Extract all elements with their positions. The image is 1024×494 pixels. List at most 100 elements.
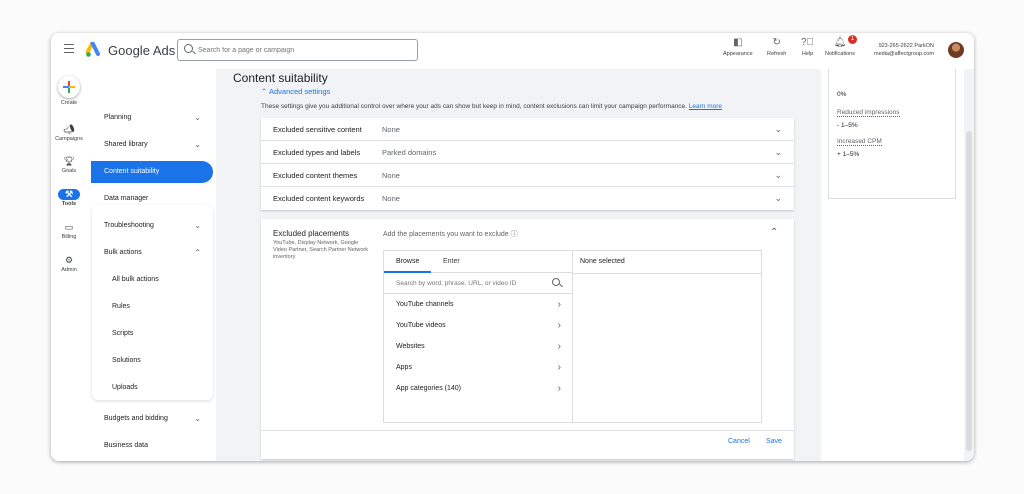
menu-icon[interactable] — [64, 44, 74, 53]
refresh-button[interactable]: ↻ Refresh — [767, 37, 786, 57]
account-email: media@affectgroup.com — [874, 51, 934, 57]
nav-label: Business data — [104, 442, 148, 449]
description-text: These settings give you additional contr… — [261, 103, 687, 110]
scrollbar[interactable] — [964, 69, 974, 461]
appearance-label: Appearance — [723, 51, 753, 57]
refresh-label: Refresh — [767, 51, 787, 57]
search-input[interactable] — [198, 43, 408, 57]
nav-item-uploads[interactable]: Uploads — [91, 377, 213, 399]
chevron-right-icon: › — [557, 299, 561, 310]
estimate-label[interactable]: Increased CPM — [837, 138, 882, 146]
notifications-button[interactable]: 🔔︎ 1 Notifications — [825, 35, 857, 57]
avatar[interactable] — [948, 42, 964, 58]
nav-item-business-data[interactable]: Business data — [91, 435, 213, 457]
nav-item-troubleshooting[interactable]: Troubleshooting ⌄ — [91, 215, 213, 237]
create-label: Create — [60, 100, 78, 106]
search-icon — [552, 278, 560, 286]
tools-icon: ⚒ — [58, 189, 80, 200]
chevron-down-icon: ⌄ — [194, 414, 201, 423]
list-item-apps[interactable]: Apps › — [384, 357, 573, 378]
account-id: 923-265-2622 ParkON — [878, 43, 934, 49]
cancel-button[interactable]: Cancel — [728, 438, 750, 445]
account-info[interactable]: 923-265-2622 ParkON media@affectgroup.co… — [874, 42, 934, 58]
nav-item-all-bulk-actions[interactable]: All bulk actions — [91, 269, 213, 291]
row-value: Parked domains — [382, 148, 437, 157]
rail-item-goals[interactable]: 🏆︎ Goals — [51, 156, 87, 174]
placement-search[interactable] — [384, 273, 573, 294]
nav-item-planning[interactable]: Planning ⌄ — [91, 107, 213, 129]
save-button[interactable]: Save — [766, 438, 782, 445]
product-name: Google Ads — [108, 43, 176, 58]
browse-pane: Browse Enter YouTube channels › YouTube … — [384, 251, 573, 422]
placement-search-input[interactable] — [396, 277, 546, 290]
row-sensitive-content[interactable]: Excluded sensitive content None ⌄ — [261, 118, 794, 141]
tab-enter[interactable]: Enter — [431, 251, 472, 273]
list-item-youtube-channels[interactable]: YouTube channels › — [384, 294, 573, 315]
help-button[interactable]: ?⃝ Help — [801, 37, 814, 57]
chevron-up-icon: ⌃ — [194, 248, 201, 257]
search-box[interactable] — [177, 39, 418, 61]
nav-item-scripts[interactable]: Scripts — [91, 323, 213, 345]
app-window: Google Ads ◧ Appearance ↻ Refresh ?⃝ Hel… — [51, 33, 974, 461]
tab-browse[interactable]: Browse — [384, 251, 432, 273]
row-types-and-labels[interactable]: Excluded types and labels Parked domains… — [261, 141, 794, 164]
notifications-label: Notifications — [825, 51, 855, 57]
nav-item-solutions[interactable]: Solutions — [91, 350, 213, 372]
nav-item-shared-library[interactable]: Shared library ⌄ — [91, 134, 213, 156]
chevron-right-icon: › — [557, 320, 561, 331]
nav-label: Shared library — [104, 141, 148, 148]
nav-item-content-suitability[interactable]: Content suitability — [91, 161, 213, 183]
placements-title: Excluded placements — [273, 229, 350, 238]
rail-label: Billing — [61, 234, 77, 240]
nav-item-bulk-actions[interactable]: Bulk actions ⌃ — [91, 242, 213, 264]
chevron-down-icon: ⌄ — [774, 193, 782, 203]
list-item-youtube-videos[interactable]: YouTube videos › — [384, 315, 573, 336]
selected-header: None selected — [580, 258, 625, 265]
estimate-label[interactable]: Reduced impressions — [837, 109, 900, 117]
help-icon: ?⃝ — [801, 37, 815, 48]
row-content-themes[interactable]: Excluded content themes None ⌄ — [261, 164, 794, 187]
row-content-keywords[interactable]: Excluded content keywords None ⌄ — [261, 187, 794, 210]
nav-label: Uploads — [112, 384, 138, 391]
chevron-up-icon[interactable]: ⌃ — [770, 227, 778, 238]
rail-item-admin[interactable]: ⚙︎ Admin — [51, 255, 87, 273]
help-icon[interactable]: ⓘ — [511, 231, 518, 238]
row-label: Excluded content keywords — [273, 194, 365, 203]
advanced-settings-label: Advanced settings — [268, 87, 331, 96]
list-item-label: YouTube videos — [396, 322, 446, 329]
list-item-app-categories[interactable]: App categories (140) › — [384, 378, 573, 399]
nav-item-data-manager[interactable]: Data manager — [91, 188, 213, 210]
nav-item-rules[interactable]: Rules — [91, 296, 213, 318]
divider — [261, 430, 794, 431]
scrollbar-thumb[interactable] — [966, 131, 972, 451]
notification-badge: 1 — [848, 35, 857, 44]
nav-label: Content suitability — [104, 168, 160, 175]
estimate-value: + 1–5% — [837, 151, 860, 158]
trophy-icon: 🏆︎ — [63, 156, 75, 166]
placements-subtitle: YouTube, Display Network, Google Video P… — [273, 240, 368, 260]
help-label: Help — [801, 51, 814, 57]
rail-item-billing[interactable]: ▭ Billing — [51, 222, 87, 240]
chevron-right-icon: › — [557, 341, 561, 352]
chevron-down-icon: ⌄ — [774, 170, 782, 180]
nav-label: Rules — [112, 303, 130, 310]
row-label: Excluded sensitive content — [273, 125, 362, 134]
excluded-placements-card: Excluded placements YouTube, Display Net… — [261, 219, 794, 459]
list-item-label: YouTube channels — [396, 301, 454, 308]
advanced-settings-toggle[interactable]: ⌃ Advanced settings — [261, 87, 330, 96]
row-label: Excluded types and labels — [273, 148, 361, 157]
estimate-top-value: 0% — [837, 91, 847, 98]
learn-more-link[interactable]: Learn more — [689, 103, 722, 110]
rail-item-campaigns[interactable]: 📣︎ Campaigns — [51, 124, 87, 142]
create-button[interactable] — [58, 76, 80, 98]
search-icon — [184, 44, 193, 53]
tools-nav: Planning ⌄ Shared library ⌄ Content suit… — [91, 69, 216, 461]
prompt-text: Add the placements you want to exclude — [383, 231, 509, 238]
appearance-button[interactable]: ◧ Appearance — [723, 37, 753, 57]
list-item-websites[interactable]: Websites › — [384, 336, 573, 357]
nav-item-budgets-and-bidding[interactable]: Budgets and bidding ⌄ — [91, 408, 213, 430]
left-rail: Create 📣︎ Campaigns 🏆︎ Goals ⚒ Tools ▭ B… — [51, 69, 87, 461]
nav-label: Bulk actions — [104, 249, 142, 256]
rail-item-tools[interactable]: ⚒ Tools — [51, 189, 87, 207]
chevron-down-icon: ⌄ — [774, 147, 782, 157]
